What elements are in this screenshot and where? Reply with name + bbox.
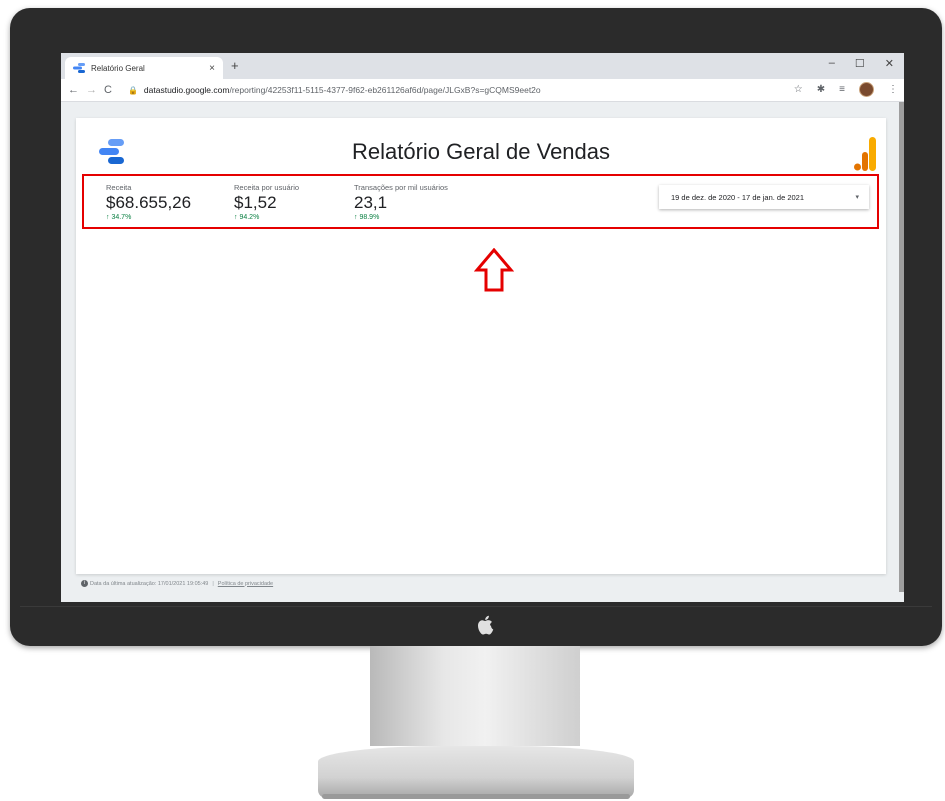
monitor-stand-base <box>318 746 634 798</box>
maximize-button[interactable]: ☐ <box>855 57 865 70</box>
footer-separator: | <box>212 580 214 587</box>
apple-logo-icon <box>478 615 494 635</box>
window-controls: – ☐ ✕ <box>829 57 894 70</box>
date-range-text: 19 de dez. de 2020 - 17 de jan. de 2021 <box>671 192 805 202</box>
browser-tab[interactable]: Relatório Geral × <box>65 57 223 79</box>
reload-button[interactable]: C <box>104 84 112 96</box>
monitor-stand-neck <box>370 646 580 746</box>
tab-bar: Relatório Geral × + – ☐ ✕ <box>61 53 904 79</box>
forward-button[interactable]: → <box>86 84 97 96</box>
scorecards-highlight: Receita $68.655,26 ↑ 34.7% Receita por u… <box>82 174 879 229</box>
scorecard-value: 23,1 <box>354 193 388 212</box>
lock-icon[interactable]: 🔒 <box>128 86 138 95</box>
address-bar[interactable]: datastudio.google.com/reporting/42253f11… <box>144 85 541 95</box>
minimize-button[interactable]: – <box>829 57 835 70</box>
scorecard-value: $68.655,26 <box>106 193 192 212</box>
chevron-down-icon: ▾ <box>855 194 859 201</box>
page-viewport: Relatório Geral de Vendas Receita $68.65… <box>61 102 904 602</box>
playlist-icon[interactable]: ≡ <box>839 84 845 95</box>
star-icon[interactable]: ☆ <box>794 84 803 95</box>
scorecard-transacoes[interactable]: Transações por mil usuários 23,1 ↑ 98.9% <box>354 183 448 221</box>
screen: Relatório Geral × + – ☐ ✕ ← → C 🔒 datast… <box>61 53 904 602</box>
back-button[interactable]: ← <box>68 84 79 96</box>
last-update-text: Data da última atualização: 17/01/2021 1… <box>90 580 209 587</box>
url-path: /reporting/42253f11-5115-4377-9f62-eb261… <box>229 85 541 95</box>
datastudio-favicon-icon <box>73 63 85 73</box>
up-arrow-annotation-icon <box>474 248 514 292</box>
bezel-divider <box>20 606 932 607</box>
delta-value: 94.2% <box>239 214 260 221</box>
scorecard-value: $1,52 <box>234 193 277 212</box>
toolbar-actions: ☆ ✱ ≡ ⋮ <box>794 82 898 97</box>
google-analytics-logo-icon <box>854 137 876 171</box>
delta-value: 34.7% <box>111 214 132 221</box>
monitor-stand-shadow <box>322 794 630 799</box>
profile-avatar[interactable] <box>859 82 874 97</box>
report-footer: i Data da última atualização: 17/01/2021… <box>81 580 273 587</box>
delta-value: 98.9% <box>359 214 380 221</box>
scorecard-delta: ↑ 98.9% <box>354 214 448 221</box>
close-window-button[interactable]: ✕ <box>885 57 894 70</box>
scrollbar[interactable] <box>899 102 904 592</box>
scorecard-receita-usuario[interactable]: Receita por usuário $1,52 ↑ 94.2% <box>234 183 299 221</box>
browser-toolbar: ← → C 🔒 datastudio.google.com/reporting/… <box>61 79 904 102</box>
privacy-policy-link[interactable]: Política de privacidade <box>218 581 273 587</box>
scorecard-label: Receita por usuário <box>234 183 300 192</box>
report-canvas: Relatório Geral de Vendas Receita $68.65… <box>76 118 886 574</box>
scorecard-delta: ↑ 34.7% <box>106 214 191 221</box>
scorecard-label: Transações por mil usuários <box>354 183 448 192</box>
date-range-picker[interactable]: 19 de dez. de 2020 - 17 de jan. de 2021 … <box>659 185 869 209</box>
scorecard-delta: ↑ 94.2% <box>234 214 299 221</box>
info-icon: i <box>81 580 88 587</box>
new-tab-button[interactable]: + <box>231 58 239 73</box>
scorecard-receita[interactable]: Receita $68.655,26 ↑ 34.7% <box>106 183 191 221</box>
menu-icon[interactable]: ⋮ <box>888 84 898 95</box>
extension-icon[interactable]: ✱ <box>817 84 825 95</box>
tab-title: Relatório Geral <box>91 63 145 73</box>
url-host: datastudio.google.com <box>143 85 230 95</box>
report-title: Relatório Geral de Vendas <box>351 139 611 164</box>
tab-close-icon[interactable]: × <box>209 63 215 74</box>
scorecard-label: Receita <box>106 183 132 192</box>
